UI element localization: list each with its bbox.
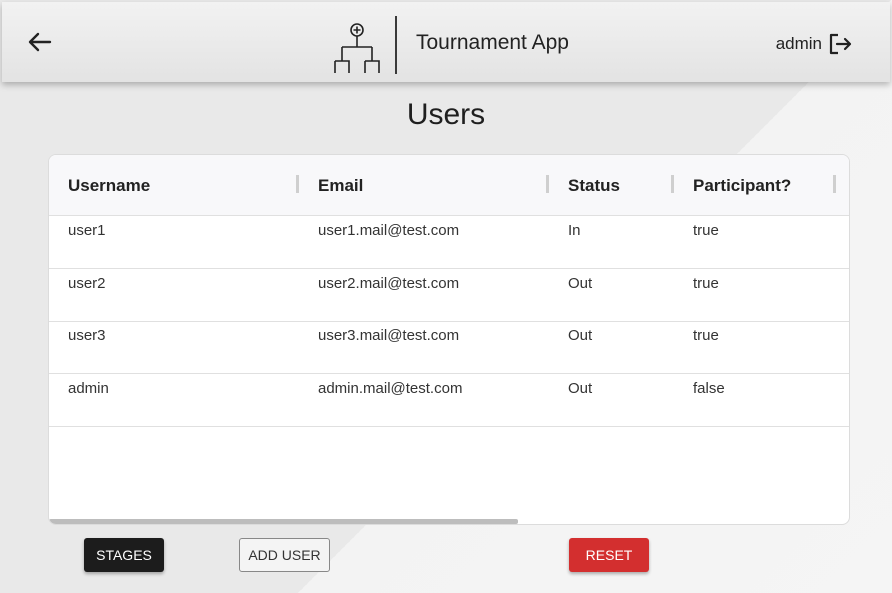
cell-username: user2 bbox=[68, 275, 106, 292]
column-resize-handle[interactable] bbox=[671, 175, 674, 193]
cell-email: admin.mail@test.com bbox=[318, 380, 463, 397]
logout-button[interactable] bbox=[828, 32, 852, 56]
cell-participant: true bbox=[693, 275, 719, 292]
column-resize-handle[interactable] bbox=[296, 175, 299, 193]
cell-status: Out bbox=[568, 380, 593, 397]
brand-divider bbox=[395, 16, 397, 74]
column-resize-handle[interactable] bbox=[546, 175, 549, 193]
app-title: Tournament App bbox=[416, 31, 569, 54]
logout-icon bbox=[829, 33, 852, 55]
table-header: Username Email Status Participant? bbox=[49, 155, 849, 216]
back-button[interactable] bbox=[26, 28, 54, 56]
page-title: Users bbox=[406, 98, 486, 131]
table-row[interactable]: user1 user1.mail@test.com In true bbox=[49, 216, 849, 269]
tournament-bracket-icon bbox=[334, 23, 380, 73]
cell-email: user2.mail@test.com bbox=[318, 275, 460, 292]
cell-status: In bbox=[568, 222, 581, 239]
table-row[interactable]: user2 user2.mail@test.com Out true bbox=[49, 269, 849, 322]
arrow-left-icon bbox=[28, 32, 52, 52]
horizontal-scrollbar[interactable] bbox=[49, 519, 518, 524]
users-table: Username Email Status Participant? user1… bbox=[48, 154, 850, 525]
cell-username: admin bbox=[68, 380, 109, 397]
cell-username: user1 bbox=[68, 222, 106, 239]
column-header-status[interactable]: Status bbox=[568, 176, 620, 196]
top-app-bar: Tournament App admin bbox=[2, 2, 890, 82]
cell-username: user3 bbox=[68, 327, 106, 344]
table-row[interactable]: user3 user3.mail@test.com Out true bbox=[49, 321, 849, 374]
column-resize-handle[interactable] bbox=[833, 175, 836, 193]
cell-participant: true bbox=[693, 222, 719, 239]
column-header-username[interactable]: Username bbox=[68, 176, 150, 196]
table-row[interactable]: admin admin.mail@test.com Out false bbox=[49, 374, 849, 427]
add-user-button[interactable]: ADD USER bbox=[239, 538, 330, 572]
current-username: admin bbox=[775, 34, 822, 53]
stages-button[interactable]: STAGES bbox=[84, 538, 164, 572]
reset-button[interactable]: RESET bbox=[569, 538, 649, 572]
cell-email: user1.mail@test.com bbox=[318, 222, 460, 239]
cell-participant: true bbox=[693, 327, 719, 344]
cell-email: user3.mail@test.com bbox=[318, 327, 460, 344]
column-header-participant[interactable]: Participant? bbox=[693, 176, 791, 196]
cell-participant: false bbox=[693, 380, 725, 397]
column-header-email[interactable]: Email bbox=[318, 176, 363, 196]
cell-status: Out bbox=[568, 275, 593, 292]
cell-status: Out bbox=[568, 327, 593, 344]
